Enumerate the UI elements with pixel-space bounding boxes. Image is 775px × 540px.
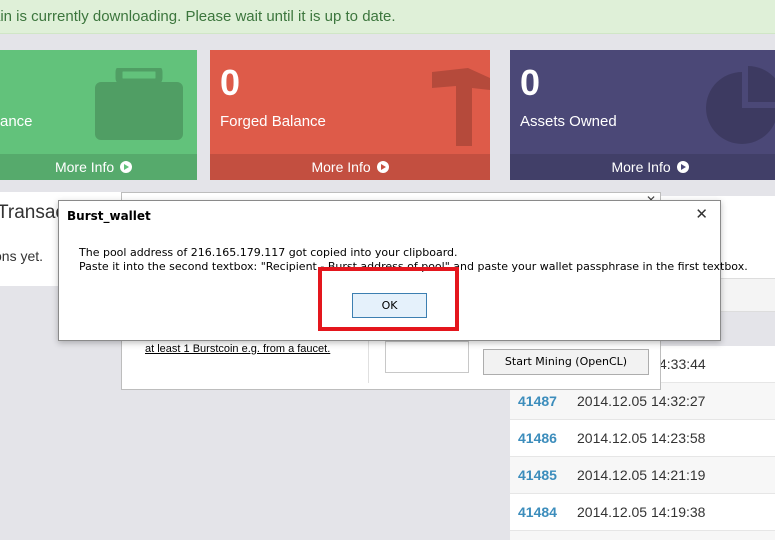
table-row: 41484 2014.12.05 14:19:38 [510, 494, 775, 531]
start-mining-button[interactable]: Start Mining (OpenCL) [483, 349, 649, 375]
hammer-icon [432, 68, 490, 146]
tile-value: 0 [220, 62, 241, 103]
panel-heading: Transac [0, 202, 65, 223]
download-alert: ain is currently downloading. Please wai… [0, 0, 775, 34]
more-info-link[interactable]: More Info [210, 154, 490, 180]
arrow-circle-right-icon [120, 161, 133, 173]
tile-value: 0 [520, 62, 541, 103]
highlight-box [318, 267, 459, 331]
tile-label: Forged Balance [220, 113, 326, 130]
block-time: 4:33:44 [659, 356, 706, 372]
pie-chart-icon [706, 66, 775, 144]
block-id-link[interactable]: 41485 [518, 457, 557, 494]
briefcase-icon [95, 68, 183, 140]
panel-text: ons yet. [0, 248, 44, 264]
arrow-circle-right-icon [676, 161, 689, 173]
mining-textbox[interactable] [385, 341, 469, 373]
arrow-circle-right-icon [376, 161, 389, 173]
more-info-link[interactable]: More Info [510, 154, 775, 180]
blocks-table-header [720, 278, 775, 312]
assets-owned-tile: 0 Assets Owned More Info [510, 50, 775, 180]
block-id-link[interactable]: 41484 [518, 494, 557, 531]
block-time: 2014.12.05 14:21:19 [577, 467, 706, 483]
balance-tile: ance More Info [0, 50, 197, 180]
close-icon[interactable]: ✕ [695, 205, 708, 223]
block-id-link[interactable]: 41486 [518, 420, 557, 457]
block-time: 2014.12.05 14:23:58 [577, 430, 706, 446]
alert-text: ain is currently downloading. Please wai… [0, 8, 396, 25]
tile-label: ance [0, 113, 33, 130]
more-info-link[interactable]: More Info [0, 154, 197, 180]
table-row [510, 531, 775, 540]
forged-balance-tile: 0 Forged Balance More Info [210, 50, 490, 180]
table-row: 41486 2014.12.05 14:23:58 [510, 420, 775, 457]
faucet-link[interactable]: at least 1 Burstcoin e.g. from a faucet. [145, 343, 330, 355]
tile-label: Assets Owned [520, 113, 617, 130]
dialog-title: Burst_wallet [67, 209, 151, 223]
block-time: 2014.12.05 14:19:38 [577, 504, 706, 520]
dialog-message-line: The pool address of 216.165.179.117 got … [79, 246, 458, 259]
table-row: 41485 2014.12.05 14:21:19 [510, 457, 775, 494]
